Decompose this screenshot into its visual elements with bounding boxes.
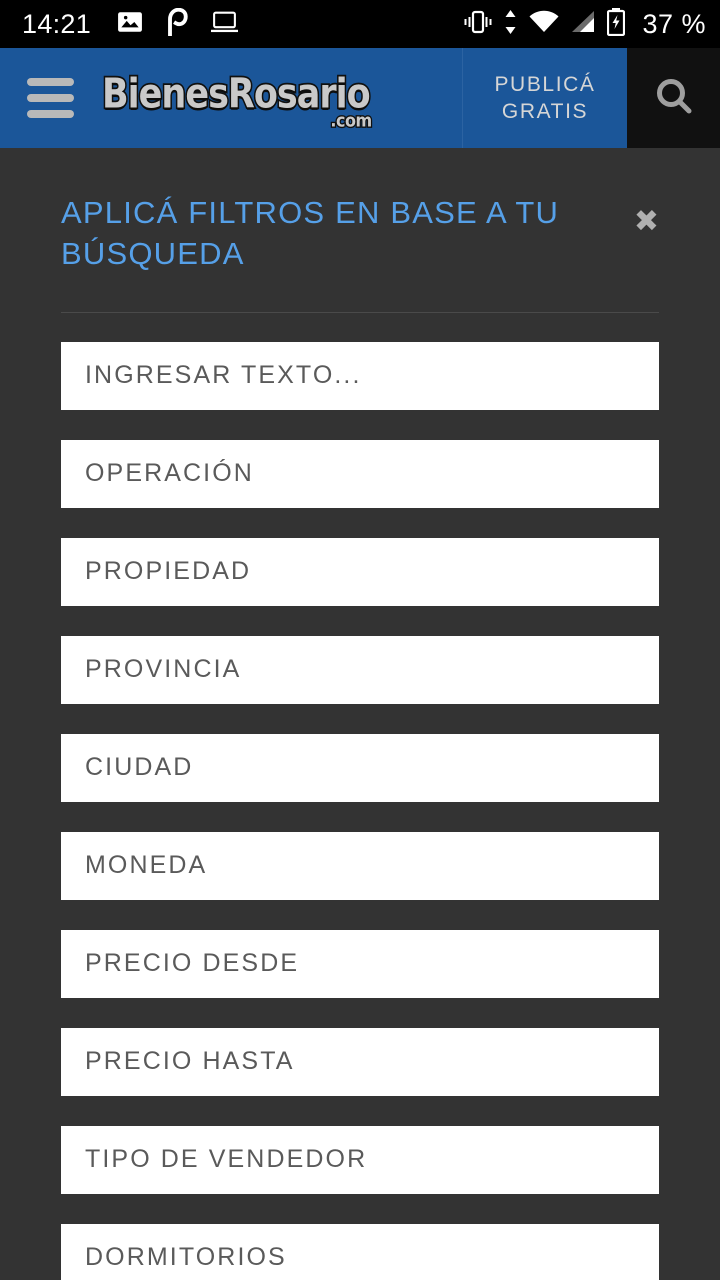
close-icon[interactable]: ✖ [634, 207, 659, 237]
filter-panel-title: APLICÁ FILTROS EN BASE A TU BÚSQUEDA [61, 195, 560, 271]
mobile-screen: 14:21 37 % BienesRosario .com PUBLICÁ GR… [0, 0, 720, 1280]
hamburger-bar-1 [27, 78, 74, 86]
filter-field-label: TIPO DE VENDEDOR [85, 1145, 368, 1174]
filter-field-label: PRECIO DESDE [85, 949, 300, 978]
app-header-brand-area: BienesRosario .com [0, 48, 462, 148]
status-bar: 14:21 37 % [0, 0, 720, 48]
vibrate-icon [464, 9, 492, 40]
app-header: BienesRosario .com PUBLICÁ GRATIS [0, 48, 720, 148]
filter-field-precio-hasta[interactable]: PRECIO HASTA [61, 1027, 659, 1096]
filter-field-moneda[interactable]: MONEDA [61, 831, 659, 900]
photo-icon [117, 9, 143, 40]
filter-field-dormitorios[interactable]: DORMITORIOS [61, 1223, 659, 1280]
filter-field-texto[interactable]: INGRESAR TEXTO... [61, 341, 659, 410]
status-bar-system-icons: 37 % [464, 7, 706, 41]
filter-field-tipo-vendedor[interactable]: TIPO DE VENDEDOR [61, 1125, 659, 1194]
filter-fields-list: INGRESAR TEXTO... OPERACIÓN PROPIEDAD PR… [0, 341, 720, 1280]
publish-free-line-1: PUBLICÁ [494, 72, 596, 96]
filter-field-label: CIUDAD [85, 753, 194, 782]
filter-field-provincia[interactable]: PROVINCIA [61, 635, 659, 704]
filter-field-precio-desde[interactable]: PRECIO DESDE [61, 929, 659, 998]
pinterest-p-icon [165, 7, 189, 41]
battery-charging-icon [607, 7, 626, 41]
filter-field-label: DORMITORIOS [85, 1243, 287, 1272]
publish-free-line-2: GRATIS [501, 99, 589, 123]
hamburger-bar-2 [27, 94, 74, 102]
filter-field-ciudad[interactable]: CIUDAD [61, 733, 659, 802]
site-logo-tld: .com [329, 109, 373, 131]
filter-field-propiedad[interactable]: PROPIEDAD [61, 537, 659, 606]
hamburger-menu-icon[interactable] [27, 78, 74, 118]
filter-panel-header: APLICÁ FILTROS EN BASE A TU BÚSQUEDA ✖ [0, 148, 720, 275]
search-icon [652, 74, 696, 123]
filter-panel: APLICÁ FILTROS EN BASE A TU BÚSQUEDA ✖ I… [0, 148, 720, 1280]
search-button[interactable] [627, 48, 720, 148]
site-logo[interactable]: BienesRosario .com [101, 72, 374, 130]
filter-field-label: PROVINCIA [85, 655, 242, 684]
filter-field-operacion[interactable]: OPERACIÓN [61, 439, 659, 508]
filter-field-label: INGRESAR TEXTO... [85, 361, 362, 390]
status-bar-notification-icons [117, 7, 239, 41]
cellular-signal-icon [570, 9, 596, 40]
filter-field-label: OPERACIÓN [85, 459, 254, 488]
laptop-cast-icon [211, 11, 239, 38]
data-transfer-icon [503, 9, 518, 40]
hamburger-bar-3 [27, 110, 74, 118]
publish-free-button[interactable]: PUBLICÁ GRATIS [462, 48, 627, 148]
battery-percentage-label: 37 % [642, 8, 706, 39]
status-bar-clock: 14:21 [22, 8, 92, 39]
filter-field-label: PRECIO HASTA [85, 1047, 295, 1076]
filter-field-label: MONEDA [85, 851, 208, 880]
filter-field-label: PROPIEDAD [85, 557, 252, 586]
wifi-icon [529, 9, 559, 40]
panel-divider [61, 311, 659, 313]
